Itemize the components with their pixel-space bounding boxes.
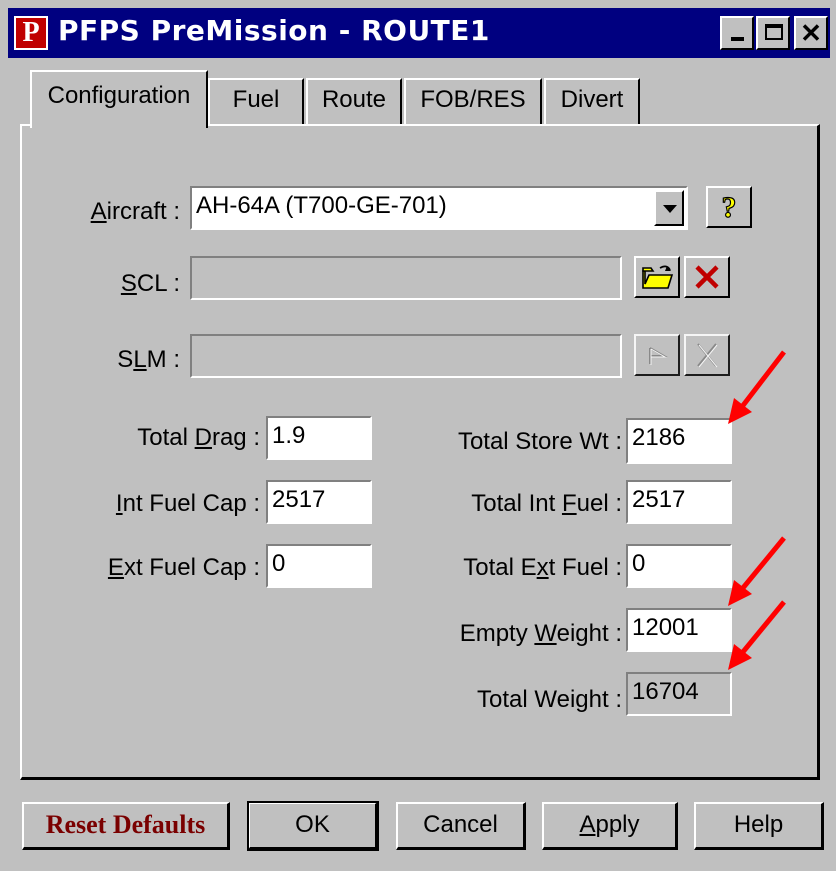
aircraft-select[interactable]: AH-64A (T700-GE-701): [190, 186, 688, 230]
annotation-arrow-icon: [728, 350, 786, 424]
int-fuel-cap-field[interactable]: 2517: [266, 480, 372, 524]
slm-field[interactable]: [190, 334, 622, 378]
help-question-icon: ?: [721, 190, 737, 224]
total-store-wt-field[interactable]: 2186: [626, 418, 732, 464]
total-weight-field: 16704: [626, 672, 732, 716]
aircraft-label: Aircraft :: [90, 198, 180, 225]
empty-weight-field[interactable]: 12001: [626, 608, 732, 652]
close-icon: ✕: [800, 18, 822, 48]
slm-load-button[interactable]: [634, 334, 680, 376]
empty-weight-label: Empty Weight :: [459, 620, 622, 647]
reset-defaults-button[interactable]: Reset Defaults: [22, 802, 230, 850]
tab-divert[interactable]: Divert: [544, 78, 640, 124]
slm-label: SLM :: [117, 346, 180, 373]
total-drag-field[interactable]: 1.9: [266, 416, 372, 460]
total-weight-label: Total Weight :: [477, 686, 622, 713]
ext-fuel-cap-field[interactable]: 0: [266, 544, 372, 588]
tab-route[interactable]: Route: [306, 78, 402, 124]
total-drag-label: Total Drag :: [137, 424, 260, 451]
total-store-wt-label: Total Store Wt :: [457, 428, 622, 455]
delete-x-icon: [695, 265, 719, 289]
tab-fuel[interactable]: Fuel: [208, 78, 304, 124]
app-icon[interactable]: P: [14, 16, 48, 50]
slm-load-icon: [649, 347, 668, 365]
svg-text:?: ?: [722, 191, 737, 224]
tab-configuration[interactable]: Configuration: [30, 70, 208, 128]
close-button[interactable]: ✕: [794, 16, 828, 50]
aircraft-value: AH-64A (T700-GE-701): [196, 192, 447, 219]
cancel-button[interactable]: Cancel: [396, 802, 526, 850]
total-ext-fuel-label: Total Ext Fuel :: [463, 554, 622, 581]
maximize-button[interactable]: [756, 16, 790, 50]
slm-clear-icon: [697, 343, 718, 368]
tab-fob-res[interactable]: FOB/RES: [404, 78, 542, 124]
total-ext-fuel-field[interactable]: 0: [626, 544, 732, 588]
ext-fuel-cap-label: Ext Fuel Cap :: [107, 554, 260, 581]
minimize-button[interactable]: [720, 16, 754, 50]
chevron-down-icon[interactable]: [654, 190, 684, 226]
total-int-fuel-field[interactable]: 2517: [626, 480, 732, 524]
int-fuel-cap-label: Int Fuel Cap :: [115, 490, 260, 517]
help-button[interactable]: Help: [694, 802, 824, 850]
total-int-fuel-label: Total Int Fuel :: [471, 490, 622, 517]
window-title: PFPS PreMission - ROUTE1: [58, 14, 490, 47]
scl-open-button[interactable]: [634, 256, 680, 298]
open-folder-icon: [642, 265, 674, 289]
ok-button[interactable]: OK: [247, 801, 379, 851]
annotation-arrow-icon: [728, 600, 786, 670]
premission-window: P PFPS PreMission - ROUTE1 ✕ Configurati…: [0, 0, 836, 871]
maximize-icon: [765, 24, 783, 40]
aircraft-help-button[interactable]: ?: [706, 186, 752, 228]
minimize-icon: [731, 37, 744, 41]
scl-field[interactable]: [190, 256, 622, 300]
scl-label: SCL :: [120, 270, 180, 297]
scl-clear-button[interactable]: [684, 256, 730, 298]
apply-button[interactable]: Apply: [542, 802, 678, 850]
title-bar[interactable]: P PFPS PreMission - ROUTE1 ✕: [8, 8, 830, 58]
